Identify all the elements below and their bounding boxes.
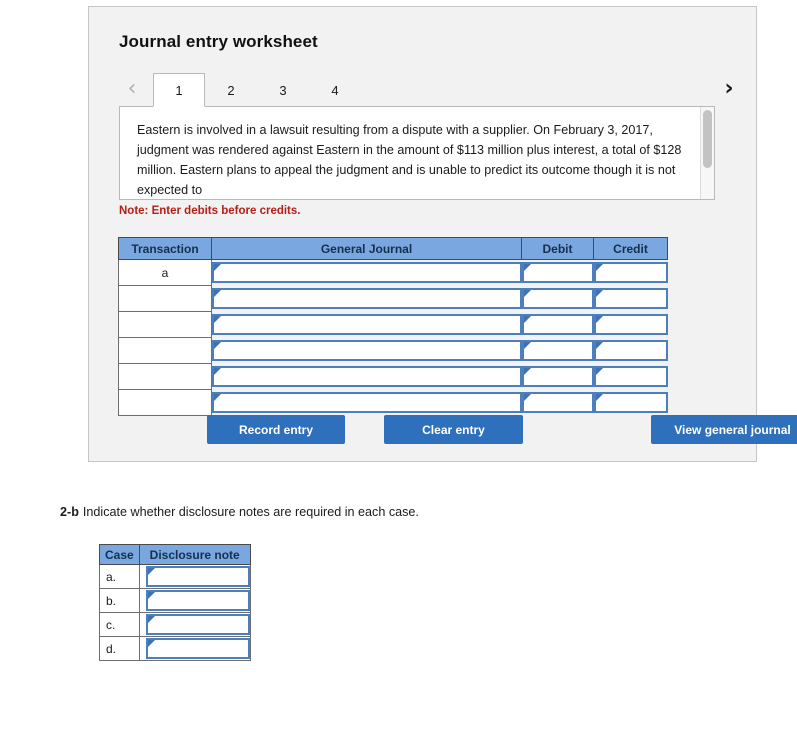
worksheet-tabstrip: ‹ 1234 › [119,71,734,107]
debit-input[interactable] [521,262,594,284]
general-journal-input[interactable] [212,288,522,309]
journal-header-row: Transaction General Journal Debit Credit [118,237,668,260]
debit-input-cell [521,338,594,364]
general-journal-input-cell [212,312,522,338]
case-cell: b. [99,588,140,613]
disclosure-note-input[interactable] [145,590,250,611]
credit-input[interactable] [593,314,668,335]
scenario-text: Eastern is involved in a lawsuit resulti… [137,123,682,197]
disclosure-note-input-cell [138,564,251,589]
disclosure-note-input[interactable] [145,566,250,587]
credit-input-cell [593,286,668,312]
disclosure-note-input-cell [138,588,251,613]
debit-input[interactable] [521,392,594,413]
transaction-cell [118,311,212,338]
part-2b-instruction: 2-b Indicate whether disclosure notes are… [60,505,419,519]
debits-before-credits-note: Note: Enter debits before credits. [119,205,301,217]
disclosure-header-row: Case Disclosure note [99,544,251,565]
disclosure-table-body: a. b. c. d. [99,564,251,661]
credit-input[interactable] [593,366,668,387]
part-2b-instruction-text: Indicate whether disclosure notes are re… [82,505,419,519]
table-row: a [118,259,668,286]
scenario-scrollbar[interactable] [700,107,714,199]
worksheet-title: Journal entry worksheet [119,32,318,51]
debit-input-cell [521,364,594,390]
credit-input-cell [593,338,668,364]
credit-input-cell [593,364,668,390]
journal-table-body: a [118,259,668,416]
table-row: d. [99,636,251,661]
scenario-scrollbar-thumb[interactable] [703,110,712,168]
journal-header-cell: General Journal [211,237,522,260]
credit-input[interactable] [593,288,668,309]
table-row [118,363,668,390]
disclosure-note-input[interactable] [145,638,250,659]
journal-header-cell: Credit [593,237,668,260]
transaction-cell [118,285,212,312]
tab-list: 1234 [153,71,361,107]
credit-input-cell [593,260,668,286]
disclosure-table-header: Case Disclosure note [99,544,251,565]
table-row [118,285,668,312]
table-row: a. [99,564,251,589]
general-journal-input-cell [212,260,522,286]
table-row [118,337,668,364]
credit-input-cell [593,312,668,338]
clear-entry-button[interactable]: Clear entry [384,415,523,444]
general-journal-input[interactable] [212,392,522,413]
debit-input[interactable] [521,288,594,309]
general-journal-input-cell [212,338,522,364]
table-row: c. [99,612,251,637]
journal-header-cell: Transaction [118,237,212,260]
general-journal-input[interactable] [212,366,522,387]
disclosure-note-input-cell [138,636,251,661]
debit-input[interactable] [521,366,594,387]
debit-input[interactable] [521,314,594,335]
credit-input[interactable] [593,392,668,413]
general-journal-input-cell [212,286,522,312]
credit-input[interactable] [593,262,668,284]
journal-table-header: Transaction General Journal Debit Credit [118,237,668,260]
disclosure-note-table: Case Disclosure note a. b. c. d. [99,544,251,661]
debit-input-cell [521,390,594,416]
credit-input-cell [593,390,668,416]
transaction-cell [118,389,212,416]
general-journal-input[interactable] [212,314,522,335]
chevron-right-icon[interactable]: › [716,75,742,103]
general-journal-input[interactable] [212,340,522,361]
view-general-journal-button[interactable]: View general journal [651,415,797,444]
tab-2[interactable]: 2 [205,73,257,107]
journal-entry-table: Transaction General Journal Debit Credit a [118,237,668,416]
journal-entry-worksheet-panel: Journal entry worksheet ‹ 1234 › Eastern… [88,6,797,462]
credit-input[interactable] [593,340,668,361]
journal-header-cell: Debit [521,237,594,260]
transaction-cell [118,337,212,364]
case-cell: d. [99,636,140,661]
chevron-left-icon[interactable]: ‹ [119,75,145,103]
table-row: b. [99,588,251,613]
table-row [118,311,668,338]
debit-input-cell [521,286,594,312]
tab-1[interactable]: 1 [153,73,205,107]
general-journal-input-cell [212,364,522,390]
case-cell: a. [99,564,140,589]
debit-input-cell [521,312,594,338]
disclosure-note-input-cell [138,612,251,637]
case-cell: c. [99,612,140,637]
scenario-textbox[interactable]: Eastern is involved in a lawsuit resulti… [119,106,715,200]
tab-4[interactable]: 4 [309,73,361,107]
debit-input[interactable] [521,340,594,361]
part-2b-label: 2-b [60,505,79,519]
general-journal-input[interactable] [212,262,522,284]
disclosure-header-cell: Disclosure note [138,544,251,565]
transaction-cell: a [118,259,212,286]
general-journal-input-cell [212,390,522,416]
disclosure-note-input[interactable] [145,614,250,635]
transaction-cell [118,363,212,390]
tab-3[interactable]: 3 [257,73,309,107]
table-row [118,389,668,416]
disclosure-header-cell: Case [99,544,140,565]
debit-input-cell [521,260,594,286]
record-entry-button[interactable]: Record entry [207,415,345,444]
